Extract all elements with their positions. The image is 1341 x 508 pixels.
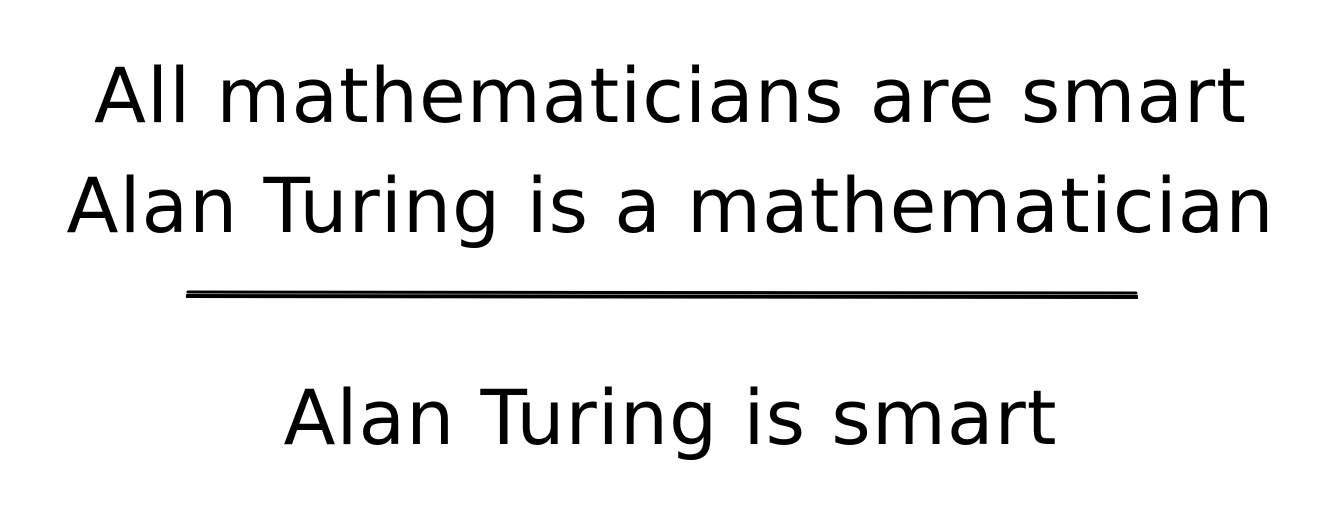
conclusion: Alan Turing is smart bbox=[283, 373, 1058, 462]
syllogism-diagram: All mathematicians are smart Alan Turing… bbox=[0, 0, 1341, 508]
premise-major: All mathematicians are smart bbox=[94, 51, 1247, 140]
inference-line bbox=[186, 290, 1138, 299]
premise-minor: Alan Turing is a mathematician bbox=[66, 161, 1275, 250]
